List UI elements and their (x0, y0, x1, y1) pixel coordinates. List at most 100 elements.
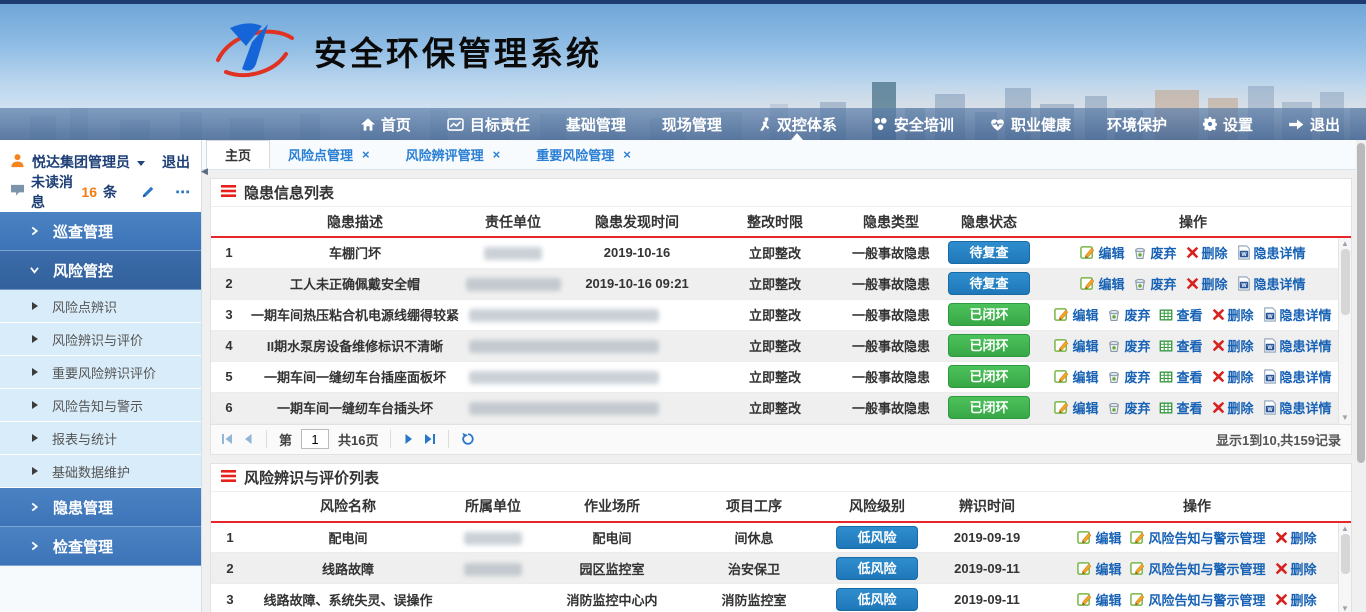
action-delete[interactable]: 删除 (1275, 528, 1317, 547)
sidebar-item-hazard-mgmt[interactable]: 隐患管理 (0, 488, 201, 527)
close-icon[interactable]: × (362, 147, 370, 162)
sidebar-subitem-label: 风险点辨识 (52, 297, 117, 316)
sidebar-item-risk-control[interactable]: 风险管控 (0, 251, 201, 290)
action-view[interactable]: 查看 (1159, 367, 1202, 386)
risk-table-scrollbar[interactable]: ▲ ▼ (1338, 523, 1351, 612)
first-page-icon[interactable] (221, 433, 233, 445)
sidebar-item-check-mgmt[interactable]: 检查管理 (0, 527, 201, 566)
action-view[interactable]: 查看 (1159, 305, 1202, 324)
action-risk-notify-mgmt[interactable]: 风险告知与警示管理 (1130, 528, 1265, 547)
hazard-row[interactable]: 4II期水泵房设备维修标识不清晰立即整改一般事故隐患已闭环编辑废弃查看删除W隐患… (211, 330, 1351, 361)
action-risk-notify-mgmt[interactable]: 风险告知与警示管理 (1130, 590, 1265, 609)
nav-item-settings[interactable]: 设置 (1203, 108, 1253, 140)
action-discard[interactable]: 废弃 (1107, 367, 1150, 386)
hazard-row[interactable]: 5一期车间一缝纫车台插座面板坏立即整改一般事故隐患已闭环编辑废弃查看删除W隐患详… (211, 361, 1351, 392)
page-scroll-thumb[interactable] (1357, 143, 1365, 463)
action-edit[interactable]: 编辑 (1054, 305, 1098, 324)
risk-row[interactable]: 1配电间配电间间休息低风险2019-09-19编辑风险告知与警示管理删除 (211, 522, 1351, 553)
nav-item-basic-mgmt[interactable]: 基础管理 (566, 108, 626, 140)
action-edit[interactable]: 编辑 (1054, 367, 1098, 386)
action-hazard-detail[interactable]: W隐患详情 (1263, 398, 1332, 417)
sidebar-logout-link[interactable]: 退出 (162, 152, 190, 172)
scroll-thumb[interactable] (1341, 534, 1350, 574)
sidebar-subitem-risk-notify[interactable]: 风险告知与警示 (0, 389, 201, 422)
caret-down-icon[interactable] (137, 161, 145, 166)
tab-major-risk[interactable]: 重要风险管理× (518, 140, 649, 169)
close-icon[interactable]: × (623, 147, 631, 162)
action-delete[interactable]: 删除 (1186, 274, 1228, 293)
tab-home[interactable]: 主页 (206, 140, 270, 169)
nav-item-logout[interactable]: 退出 (1289, 108, 1340, 140)
sidebar-subitem-risk-id-eval[interactable]: 风险辨识与评价 (0, 323, 201, 356)
nav-item-environment[interactable]: 环境保护 (1107, 108, 1167, 140)
action-hazard-detail[interactable]: W隐患详情 (1263, 367, 1332, 386)
action-discard[interactable]: 废弃 (1133, 274, 1176, 293)
sidebar-subitem-base-data[interactable]: 基础数据维护 (0, 455, 201, 488)
hazard-row[interactable]: 2工人未正确佩戴安全帽2019-10-16 09:21立即整改一般事故隐患待复查… (211, 268, 1351, 299)
nav-item-target-duty[interactable]: 目标责任 (447, 108, 530, 140)
nav-item-occupational-health[interactable]: 职业健康 (990, 108, 1071, 140)
hazard-row[interactable]: 1车棚门坏2019-10-16立即整改一般事故隐患待复查编辑废弃删除W隐患详情 (211, 237, 1351, 268)
action-delete[interactable]: 删除 (1186, 243, 1228, 262)
action-delete[interactable]: 删除 (1275, 590, 1317, 609)
prev-page-icon[interactable] (242, 433, 254, 445)
action-hazard-detail[interactable]: W隐患详情 (1263, 305, 1332, 324)
action-hazard-detail[interactable]: W隐患详情 (1263, 336, 1332, 355)
action-delete[interactable]: 删除 (1212, 336, 1254, 355)
close-icon[interactable]: × (493, 147, 501, 162)
action-view[interactable]: 查看 (1159, 398, 1202, 417)
action-view[interactable]: 查看 (1159, 336, 1202, 355)
action-discard[interactable]: 废弃 (1133, 243, 1176, 262)
action-discard[interactable]: 废弃 (1107, 305, 1150, 324)
next-page-icon[interactable] (403, 433, 415, 445)
page-scrollbar[interactable] (1356, 140, 1366, 612)
action-hazard-detail[interactable]: W隐患详情 (1237, 274, 1306, 293)
action-delete[interactable]: 删除 (1212, 305, 1254, 324)
action-edit[interactable]: 编辑 (1054, 336, 1098, 355)
hazard-row[interactable]: 3一期车间热压粘合机电源线绷得较紧立即整改一般事故隐患已闭环编辑废弃查看删除W隐… (211, 299, 1351, 330)
edit-icon (1130, 561, 1145, 576)
more-dots-icon[interactable]: ⋯ (175, 183, 191, 201)
risk-row[interactable]: 3线路故障、系统失灵、误操作消防监控中心内消防监控室低风险2019-09-11编… (211, 584, 1351, 612)
sidebar-subitem-reports-stats[interactable]: 报表与统计 (0, 422, 201, 455)
user-name[interactable]: 悦达集团管理员 (32, 152, 130, 172)
nav-item-dual-control[interactable]: 双控体系 (758, 108, 837, 140)
page-input[interactable] (301, 429, 329, 449)
action-edit[interactable]: 编辑 (1077, 528, 1121, 547)
scroll-thumb[interactable] (1341, 249, 1350, 315)
action-delete[interactable]: 删除 (1212, 398, 1254, 417)
refresh-icon[interactable] (461, 432, 475, 446)
sidebar-item-inspection[interactable]: 巡查管理 (0, 212, 201, 251)
action-edit[interactable]: 编辑 (1077, 590, 1121, 609)
sidebar-collapse-icon[interactable]: ◀ (201, 166, 208, 177)
nav-item-safety-training[interactable]: 安全培训 (873, 108, 954, 140)
scroll-down-icon[interactable]: ▼ (1341, 604, 1349, 612)
tab-risk-point[interactable]: 风险点管理× (270, 140, 388, 169)
tab-risk-eval[interactable]: 风险辨评管理× (388, 140, 519, 169)
last-page-icon[interactable] (424, 433, 436, 445)
action-label: 编辑 (1095, 528, 1121, 547)
scroll-up-icon[interactable]: ▲ (1341, 524, 1349, 534)
hazard-row[interactable]: 6一期车间一缝纫车台插头坏立即整改一般事故隐患已闭环编辑废弃查看删除W隐患详情 (211, 392, 1351, 423)
nav-item-site-mgmt[interactable]: 现场管理 (662, 108, 722, 140)
action-edit[interactable]: 编辑 (1080, 243, 1124, 262)
risk-row[interactable]: 2线路故障园区监控室治安保卫低风险2019-09-11编辑风险告知与警示管理删除 (211, 553, 1351, 584)
nav-item-home[interactable]: 首页 (361, 108, 411, 140)
pencil-icon[interactable] (141, 185, 155, 199)
action-risk-notify-mgmt[interactable]: 风险告知与警示管理 (1130, 559, 1265, 578)
action-hazard-detail[interactable]: W隐患详情 (1237, 243, 1306, 262)
action-edit[interactable]: 编辑 (1080, 274, 1124, 293)
unread-label[interactable]: 未读消息 (31, 172, 75, 212)
scroll-down-icon[interactable]: ▼ (1341, 413, 1349, 423)
action-discard[interactable]: 废弃 (1107, 336, 1150, 355)
action-discard[interactable]: 废弃 (1107, 398, 1150, 417)
nav-item-label: 现场管理 (662, 114, 722, 135)
hazard-table-scrollbar[interactable]: ▲ ▼ (1338, 238, 1351, 424)
action-edit[interactable]: 编辑 (1077, 559, 1121, 578)
action-delete[interactable]: 删除 (1212, 367, 1254, 386)
sidebar-subitem-risk-point-id[interactable]: 风险点辨识 (0, 290, 201, 323)
scroll-up-icon[interactable]: ▲ (1341, 239, 1349, 249)
action-delete[interactable]: 删除 (1275, 559, 1317, 578)
action-edit[interactable]: 编辑 (1054, 398, 1098, 417)
sidebar-subitem-major-risk-eval[interactable]: 重要风险辨识评价 (0, 356, 201, 389)
